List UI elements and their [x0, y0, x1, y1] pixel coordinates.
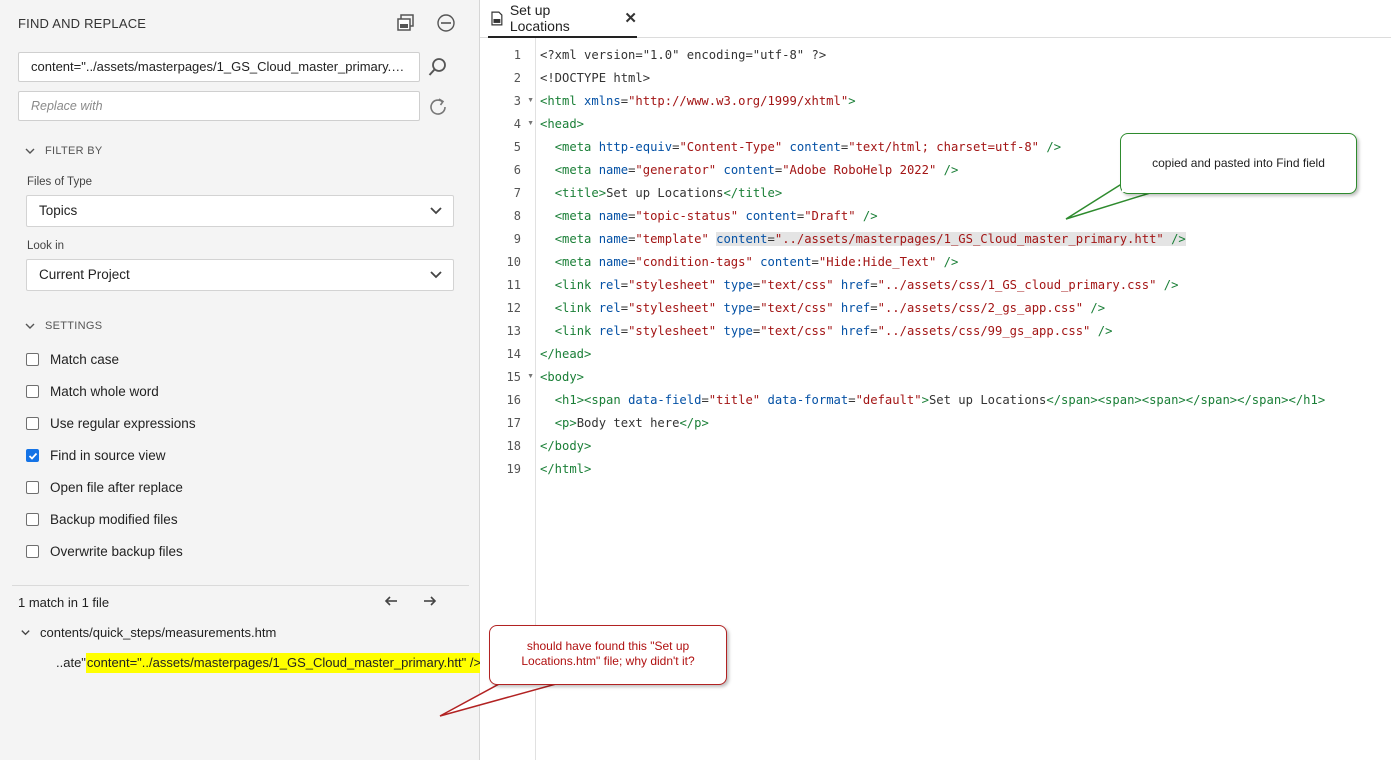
bottom-callout-text: should have found this "Set up Locations…: [521, 639, 695, 668]
tail-mask: [512, 674, 558, 683]
tail-mask: [1122, 183, 1162, 192]
top-callout-text: copied and pasted into Find field: [1152, 156, 1325, 170]
